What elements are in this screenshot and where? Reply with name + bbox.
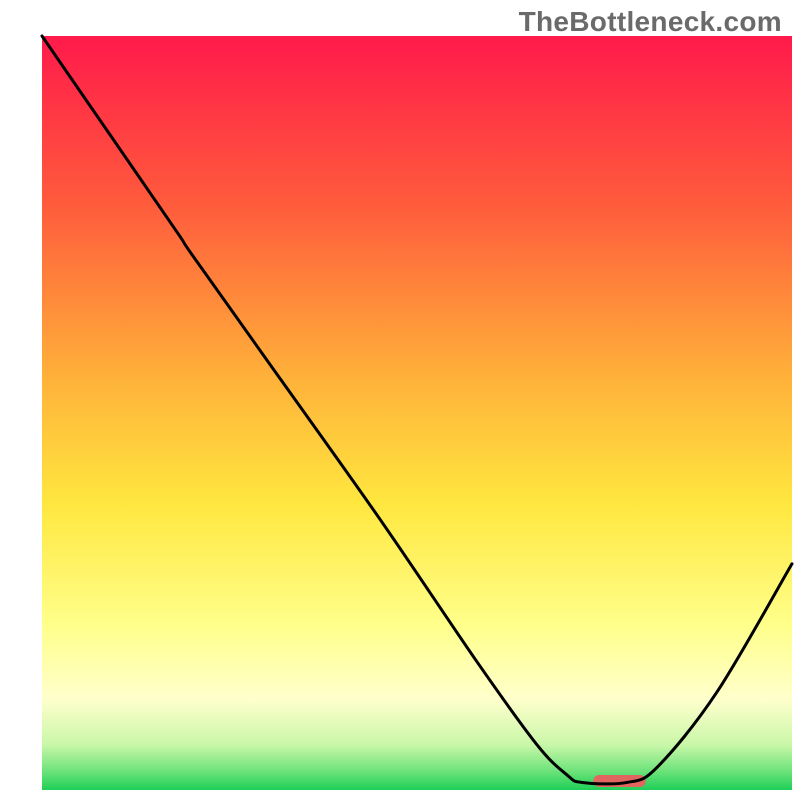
- bottleneck-chart: TheBottleneck.com: [0, 0, 800, 800]
- chart-svg: [0, 0, 800, 800]
- plot-background: [42, 36, 792, 790]
- watermark-text: TheBottleneck.com: [519, 6, 782, 38]
